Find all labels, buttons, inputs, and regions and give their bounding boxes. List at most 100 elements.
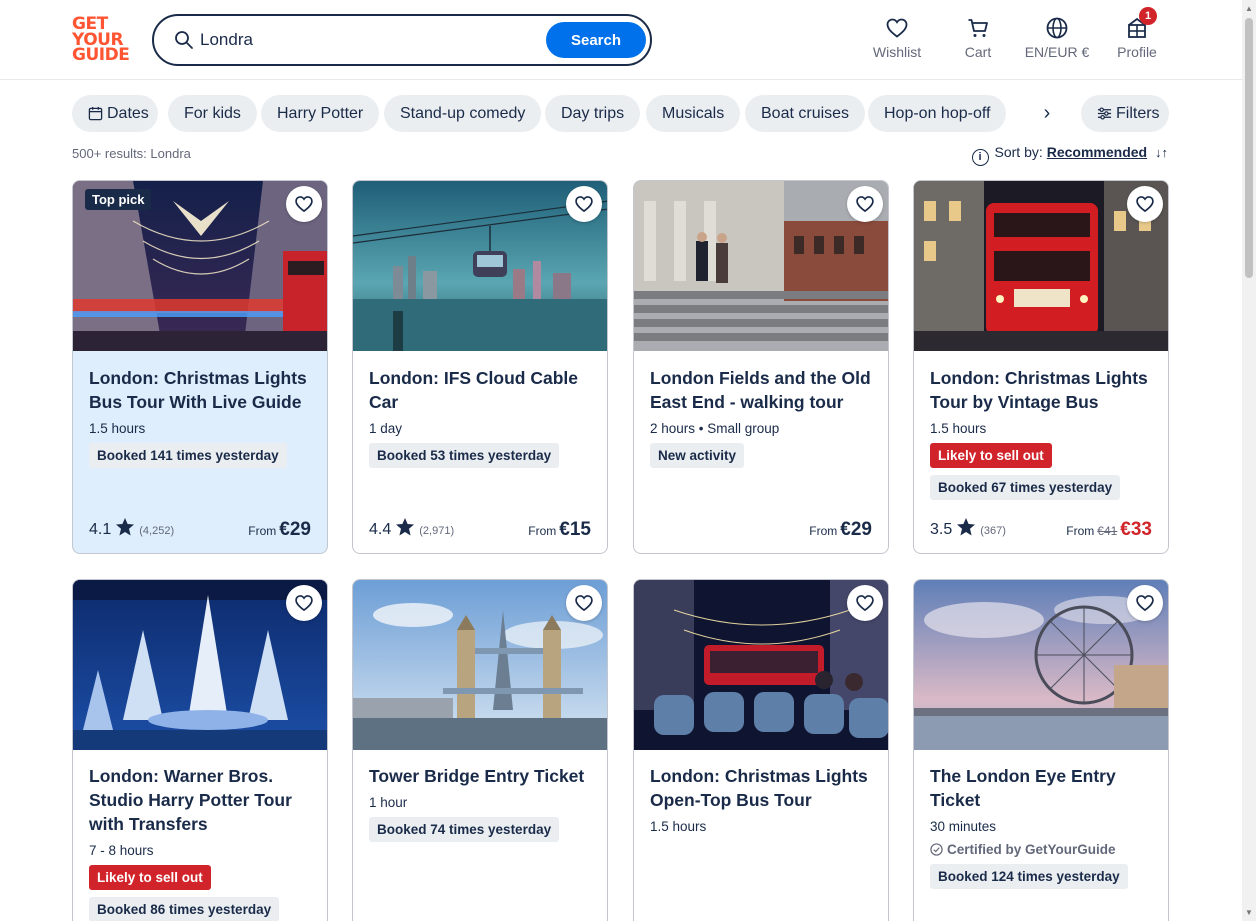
sort-control[interactable]: i Sort by: Recommended ↓↑ [971, 144, 1168, 166]
activity-image[interactable] [73, 580, 327, 750]
chip-musicals[interactable]: Musicals [646, 95, 741, 132]
scroll-up-arrow-icon[interactable]: ▲ [1245, 4, 1253, 13]
wishlist-heart-button[interactable] [286, 186, 322, 222]
search-button[interactable]: Search [546, 22, 646, 58]
top-pick-badge: Top pick [85, 189, 152, 210]
booked-badge: Booked 74 times yesterday [369, 817, 560, 842]
activity-card[interactable]: Tower Bridge Entry Ticket 1 hour Booked … [352, 579, 608, 921]
activity-duration: 1.5 hours [930, 421, 987, 436]
activity-card[interactable]: The London Eye Entry Ticket 30 minutes C… [913, 579, 1169, 921]
wishlist-heart-button[interactable] [1127, 186, 1163, 222]
new-activity-badge: New activity [650, 443, 745, 468]
cart-icon [968, 19, 988, 37]
activity-image[interactable] [914, 580, 1168, 750]
activity-card[interactable]: London Fields and the Old East End - wal… [633, 180, 889, 554]
activity-duration: 1.5 hours [89, 421, 146, 436]
activity-title[interactable]: London Fields and the Old East End - wal… [650, 366, 872, 414]
activity-card[interactable]: Top pick London: Christmas Lights Bus To… [72, 180, 328, 554]
activity-title[interactable]: London: Christmas Lights Bus Tour With L… [89, 366, 311, 414]
activity-duration: 2 hours • Small group [650, 421, 780, 436]
profile-button[interactable]: 1 Profile [1114, 7, 1160, 60]
card-body: London: Warner Bros. Studio Harry Potter… [89, 764, 311, 921]
chip-harry-potter[interactable]: Harry Potter [261, 95, 380, 132]
card-body: The London Eye Entry Ticket 30 minutes C… [930, 764, 1152, 889]
activity-title[interactable]: London: IFS Cloud Cable Car [369, 366, 591, 414]
activity-duration: 30 minutes [930, 819, 997, 834]
card-body: London: IFS Cloud Cable Car 1 day Booked… [369, 366, 591, 468]
activity-image[interactable] [634, 181, 888, 351]
certified-label: Certified by GetYourGuide [930, 842, 1152, 857]
chevron-right-icon[interactable]: › [1034, 95, 1060, 132]
cart-button[interactable]: Cart [958, 16, 998, 60]
globe-icon [1046, 17, 1068, 39]
price: From €41 €33 [1066, 519, 1152, 540]
chip-boat-cruises[interactable]: Boat cruises [745, 95, 866, 132]
cart-label: Cart [964, 44, 992, 60]
sort-label: Sort by: [994, 144, 1043, 160]
price: From €29 [248, 519, 311, 540]
activity-card[interactable]: London: Warner Bros. Studio Harry Potter… [72, 579, 328, 921]
sort-arrows-icon: ↓↑ [1155, 145, 1168, 160]
heart-icon [856, 196, 874, 213]
activity-duration: 7 - 8 hours [89, 843, 154, 858]
card-body: London: Christmas Lights Bus Tour With L… [89, 366, 311, 468]
likely-to-sell-out-badge: Likely to sell out [930, 443, 1052, 468]
chip-hop-on-hop-off[interactable]: Hop-on hop-off [868, 95, 1007, 132]
star-icon [116, 518, 135, 536]
scroll-down-arrow-icon[interactable]: ▼ [1245, 908, 1253, 917]
language-currency-button[interactable]: EN/EUR € [1022, 16, 1092, 60]
activity-image[interactable] [914, 181, 1168, 351]
wishlist-heart-button[interactable] [847, 585, 883, 621]
rating: 4.1 (4,252) [89, 517, 174, 539]
activity-image[interactable] [353, 181, 607, 351]
language-label: EN/EUR € [1024, 44, 1090, 60]
chip-day-trips[interactable]: Day trips [545, 95, 641, 132]
price: From €15 [528, 519, 591, 540]
wishlist-label: Wishlist [872, 44, 922, 60]
star-icon [396, 518, 415, 536]
wishlist-heart-button[interactable] [1127, 585, 1163, 621]
sliders-icon [1097, 107, 1112, 120]
filter-chips: Dates For kids Harry Potter Stand-up com… [72, 95, 1172, 133]
wishlist-heart-button[interactable] [286, 585, 322, 621]
activity-image[interactable]: Top pick [73, 181, 327, 351]
rating: 3.5 (367) [930, 517, 1006, 539]
wishlist-heart-button[interactable] [847, 186, 883, 222]
getyourguide-logo[interactable]: GET YOUR GUIDE [72, 16, 132, 65]
chip-for-kids[interactable]: For kids [168, 95, 257, 132]
activity-card[interactable]: London: IFS Cloud Cable Car 1 day Booked… [352, 180, 608, 554]
card-body: London Fields and the Old East End - wal… [650, 366, 872, 468]
activity-card[interactable]: London: Christmas Lights Open-Top Bus To… [633, 579, 889, 921]
activity-title[interactable]: The London Eye Entry Ticket [930, 764, 1152, 812]
price: From €29 [809, 519, 872, 540]
activity-image[interactable] [634, 580, 888, 750]
filters-button[interactable]: Filters [1081, 95, 1169, 132]
wishlist-heart-button[interactable] [566, 186, 602, 222]
search-icon [175, 31, 193, 49]
heart-icon [1136, 196, 1154, 213]
results-count: 500+ results: Londra [72, 146, 191, 161]
activity-image[interactable] [353, 580, 607, 750]
booked-badge: Booked 53 times yesterday [369, 443, 560, 468]
heart-icon [886, 18, 908, 38]
activity-title[interactable]: Tower Bridge Entry Ticket [369, 764, 591, 788]
scroll-thumb[interactable] [1245, 18, 1253, 278]
search-input[interactable] [200, 26, 540, 54]
booked-badge: Booked 141 times yesterday [89, 443, 287, 468]
activity-card[interactable]: London: Christmas Lights Tour by Vintage… [913, 180, 1169, 554]
booked-badge: Booked 86 times yesterday [89, 897, 280, 921]
chip-stand-up-comedy[interactable]: Stand-up comedy [384, 95, 542, 132]
check-circle-icon [930, 843, 943, 856]
sort-value[interactable]: Recommended [1047, 144, 1147, 160]
wishlist-heart-button[interactable] [566, 585, 602, 621]
activity-title[interactable]: London: Christmas Lights Tour by Vintage… [930, 366, 1152, 414]
page-scrollbar[interactable]: ▲ ▼ [1242, 0, 1256, 921]
booked-badge: Booked 67 times yesterday [930, 475, 1121, 500]
likely-to-sell-out-badge: Likely to sell out [89, 865, 211, 890]
activity-title[interactable]: London: Christmas Lights Open-Top Bus To… [650, 764, 872, 812]
activity-title[interactable]: London: Warner Bros. Studio Harry Potter… [89, 764, 311, 836]
chip-dates[interactable]: Dates [72, 95, 158, 132]
wishlist-button[interactable]: Wishlist [872, 16, 922, 60]
calendar-icon [88, 106, 103, 121]
info-icon[interactable]: i [971, 149, 989, 166]
